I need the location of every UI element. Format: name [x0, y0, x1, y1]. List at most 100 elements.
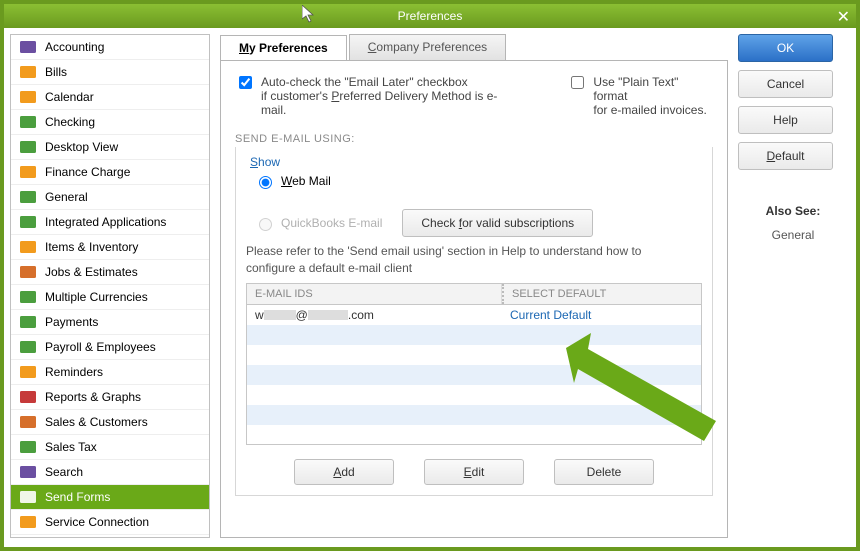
sidebar-item-payroll-employees[interactable]: Payroll & Employees	[11, 335, 209, 360]
sidebar-icon	[17, 489, 39, 505]
sidebar-icon	[17, 289, 39, 305]
default-button[interactable]: Default	[738, 142, 833, 170]
send-email-using-group: Show Web Mail QuickBooks E-mail Check fo…	[235, 147, 713, 496]
tab-my-preferences[interactable]: My Preferences	[220, 35, 347, 61]
sidebar-item-label: Payroll & Employees	[45, 340, 156, 354]
sidebar-icon	[17, 314, 39, 330]
sidebar-item-reports-graphs[interactable]: Reports & Graphs	[11, 385, 209, 410]
sidebar-item-label: Integrated Applications	[45, 215, 166, 229]
sidebar-item-label: Payments	[45, 315, 98, 329]
sidebar-item-label: Sales & Customers	[45, 415, 148, 429]
sidebar-item-multiple-currencies[interactable]: Multiple Currencies	[11, 285, 209, 310]
tabs: My Preferences Company Preferences	[220, 34, 728, 60]
titlebar: Preferences ✕	[4, 4, 856, 28]
sidebar-icon	[17, 264, 39, 280]
table-row[interactable]: w@.com Current Default	[247, 305, 701, 325]
sidebar-item-label: Search	[45, 465, 83, 479]
sidebar-icon	[17, 514, 39, 530]
sidebar-item-bills[interactable]: Bills	[11, 60, 209, 85]
sidebar-item-reminders[interactable]: Reminders	[11, 360, 209, 385]
sidebar-item-label: Service Connection	[45, 515, 149, 529]
sidebar-icon	[17, 39, 39, 55]
sidebar-item-items-inventory[interactable]: Items & Inventory	[11, 235, 209, 260]
sidebar-icon	[17, 214, 39, 230]
cancel-button[interactable]: Cancel	[738, 70, 833, 98]
sidebar-item-jobs-estimates[interactable]: Jobs & Estimates	[11, 260, 209, 285]
add-button[interactable]: Add	[294, 459, 394, 485]
plain-text-label: Use "Plain Text" format for e-mailed inv…	[593, 75, 713, 117]
check-subscriptions-button[interactable]: Check for valid subscriptions	[402, 209, 593, 237]
auto-check-label: Auto-check the "Email Later" checkbox if…	[261, 75, 517, 117]
col-select-default: SELECT DEFAULT	[502, 284, 701, 304]
delete-button[interactable]: Delete	[554, 459, 654, 485]
radio-web-mail[interactable]: Web Mail	[254, 173, 702, 189]
window-title: Preferences	[398, 9, 463, 23]
sidebar-item-spelling[interactable]: Spelling	[11, 535, 209, 538]
preferences-sidebar[interactable]: Accounting Bills Calendar Checking Desktop V…	[10, 34, 210, 538]
sidebar-item-label: Desktop View	[45, 140, 118, 154]
sidebar-item-label: Jobs & Estimates	[45, 265, 138, 279]
edit-button[interactable]: Edit	[424, 459, 524, 485]
auto-check-email-later-input[interactable]	[239, 76, 252, 89]
sidebar-icon	[17, 464, 39, 480]
preferences-window: Preferences ✕ Accounting Bills Calendar Che…	[0, 0, 860, 551]
sidebar-item-label: Checking	[45, 115, 95, 129]
send-email-hint: Please refer to the 'Send email using' s…	[246, 243, 686, 277]
help-button[interactable]: Help	[738, 106, 833, 134]
tab-company-preferences[interactable]: Company Preferences	[349, 34, 506, 60]
right-button-column: OK Cancel Help Default Also See: General	[734, 28, 856, 544]
send-email-using-legend: SEND E-MAIL USING:	[235, 133, 713, 145]
sidebar-icon	[17, 439, 39, 455]
sidebar-icon	[17, 114, 39, 130]
plain-text-checkbox[interactable]: Use "Plain Text" format for e-mailed inv…	[567, 75, 713, 117]
sidebar-icon	[17, 364, 39, 380]
close-icon[interactable]: ✕	[837, 6, 850, 30]
sidebar-icon	[17, 389, 39, 405]
sidebar-item-send-forms[interactable]: Send Forms	[11, 485, 209, 510]
also-see-section: Also See: General	[738, 204, 848, 242]
sidebar-item-label: Accounting	[45, 40, 104, 54]
sidebar-icon	[17, 414, 39, 430]
sidebar-icon	[17, 339, 39, 355]
default-cell[interactable]: Current Default	[502, 305, 701, 325]
sidebar-item-accounting[interactable]: Accounting	[11, 35, 209, 60]
sidebar-item-label: Reminders	[45, 365, 103, 379]
sidebar-item-general[interactable]: General	[11, 185, 209, 210]
sidebar-item-label: Send Forms	[45, 490, 110, 504]
ok-button[interactable]: OK	[738, 34, 833, 62]
email-table-header: E-MAIL IDS SELECT DEFAULT	[246, 283, 702, 305]
radio-quickbooks-email: QuickBooks E-mail	[254, 215, 382, 231]
email-cell[interactable]: w@.com	[247, 305, 502, 325]
also-see-general-link[interactable]: General	[738, 228, 848, 242]
sidebar-item-label: Finance Charge	[45, 165, 130, 179]
sidebar-item-label: Multiple Currencies	[45, 290, 148, 304]
sidebar-item-desktop-view[interactable]: Desktop View	[11, 135, 209, 160]
redacted	[308, 310, 348, 320]
sidebar-icon	[17, 89, 39, 105]
col-email-ids: E-MAIL IDS	[247, 284, 502, 304]
sidebar-icon	[17, 139, 39, 155]
redacted	[264, 310, 296, 320]
plain-text-input[interactable]	[571, 76, 584, 89]
sidebar-item-label: General	[45, 190, 88, 204]
sidebar-item-payments[interactable]: Payments	[11, 310, 209, 335]
auto-check-email-later-checkbox[interactable]: Auto-check the "Email Later" checkbox if…	[235, 75, 517, 117]
sidebar-icon	[17, 189, 39, 205]
sidebar-icon	[17, 64, 39, 80]
sidebar-item-label: Reports & Graphs	[45, 390, 141, 404]
sidebar-icon	[17, 239, 39, 255]
sidebar-item-service-connection[interactable]: Service Connection	[11, 510, 209, 535]
sidebar-item-label: Bills	[45, 65, 67, 79]
sidebar-item-finance-charge[interactable]: Finance Charge	[11, 160, 209, 185]
sidebar-item-checking[interactable]: Checking	[11, 110, 209, 135]
sidebar-item-sales-customers[interactable]: Sales & Customers	[11, 410, 209, 435]
sidebar-item-label: Calendar	[45, 90, 94, 104]
sidebar-item-calendar[interactable]: Calendar	[11, 85, 209, 110]
email-table-body[interactable]: w@.com Current Default	[246, 305, 702, 445]
also-see-title: Also See:	[738, 204, 848, 218]
show-label: Show	[250, 155, 702, 169]
sidebar-item-sales-tax[interactable]: Sales Tax	[11, 435, 209, 460]
sidebar-item-integrated-applications[interactable]: Integrated Applications	[11, 210, 209, 235]
my-preferences-panel: Auto-check the "Email Later" checkbox if…	[220, 60, 728, 538]
sidebar-item-search[interactable]: Search	[11, 460, 209, 485]
